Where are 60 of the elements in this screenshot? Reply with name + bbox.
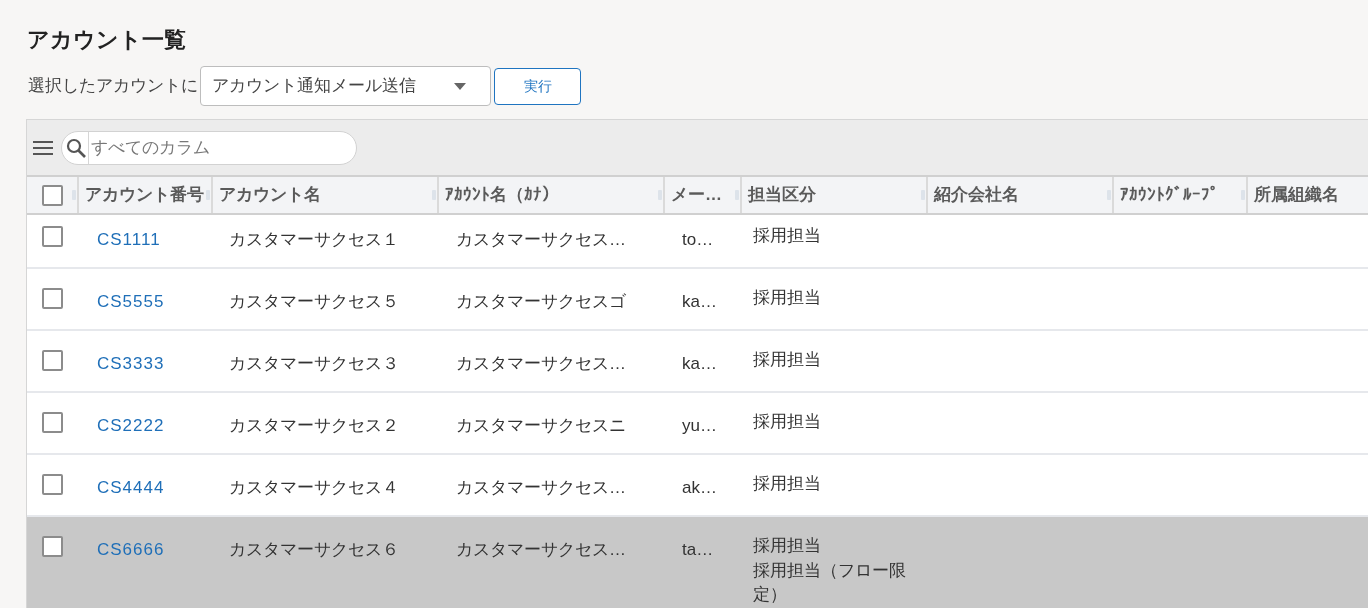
table-cell-text: カスタマーサクセス… (456, 477, 626, 499)
table-cell-text: ta… (682, 539, 714, 561)
menu-icon[interactable] (33, 140, 53, 155)
search-icon (66, 137, 86, 158)
table-cell-text: 採用担当（フロー限定） (753, 559, 907, 606)
row-checkbox[interactable] (42, 350, 63, 371)
column-header[interactable]: 担当区分 (748, 183, 816, 207)
column-header[interactable]: ｱｶｳﾝﾄｸﾞﾙｰﾌﾟ (1120, 183, 1219, 207)
row-checkbox[interactable] (42, 412, 63, 433)
table-cell-text: 採用担当 (753, 225, 821, 247)
caret-icon (454, 82, 466, 90)
table-cell-text: カスタマーサクセスニ (456, 415, 626, 437)
search-field[interactable]: すべてのカラム (61, 130, 357, 165)
table-cell-text: 採用担当 (753, 349, 821, 371)
column-header[interactable]: アカウント番号 (85, 183, 204, 207)
table-cell-text: ka… (682, 353, 717, 375)
table-cell-text: yu… (682, 415, 717, 437)
table-cell-text: カスタマーサクセス３ (229, 353, 399, 375)
action-select[interactable]: アカウント通知メール送信 (200, 66, 491, 106)
page-title: アカウント一覧 (27, 26, 186, 54)
table-cell-text: カスタマーサクセス… (456, 539, 626, 561)
column-header[interactable]: 紹介会社名 (934, 183, 1019, 207)
table-cell-text: 採用担当 (753, 287, 821, 309)
column-header[interactable]: ｱｶｳﾝﾄ名（ｶﾅ） (445, 183, 559, 207)
table-cell-text: ak… (682, 477, 717, 499)
table-cell-text: カスタマーサクセスゴ (456, 291, 626, 313)
table-row[interactable]: CS1111 カスタマーサクセス１ カスタマーサクセス… to… 採用担当 (27, 215, 1368, 269)
column-header[interactable]: 所属組織名 (1254, 183, 1339, 207)
row-checkbox[interactable] (42, 474, 63, 495)
row-checkbox[interactable] (42, 536, 63, 557)
account-number-link[interactable]: CS3333 (97, 352, 165, 376)
bulk-action-label: 選択したアカウントに (28, 75, 198, 97)
table-row[interactable]: CS4444 カスタマーサクセス４ カスタマーサクセス… ak… 採用担当 (27, 455, 1368, 517)
table-cell-text: 採用担当 (753, 411, 821, 433)
table-cell-text: カスタマーサクセス６ (229, 539, 399, 561)
table-cell-text: カスタマーサクセス５ (229, 291, 399, 313)
table-cell-text: カスタマーサクセス… (456, 353, 626, 375)
account-number-link[interactable]: CS5555 (97, 290, 165, 314)
account-number-link[interactable]: CS2222 (97, 414, 165, 438)
select-all-checkbox[interactable] (42, 184, 63, 206)
table-cell-text: カスタマーサクセス４ (229, 477, 399, 499)
column-header[interactable]: アカウント名 (219, 183, 321, 207)
account-number-link[interactable]: CS1111 (97, 228, 161, 252)
row-checkbox[interactable] (42, 288, 63, 309)
table-cell-text: カスタマーサクセス１ (229, 229, 399, 251)
table-cell-text: カスタマーサクセス… (456, 229, 626, 251)
table-cell-text: to… (682, 229, 714, 251)
table-row[interactable]: CS5555 カスタマーサクセス５ カスタマーサクセスゴ ka… 採用担当 (27, 269, 1368, 331)
column-header[interactable]: メー… (671, 183, 722, 207)
table-row[interactable]: CS2222 カスタマーサクセス２ カスタマーサクセスニ yu… 採用担当 (27, 393, 1368, 455)
row-checkbox[interactable] (42, 226, 63, 247)
table-row[interactable]: CS3333 カスタマーサクセス３ カスタマーサクセス… ka… 採用担当 (27, 331, 1368, 393)
account-number-link[interactable]: CS6666 (97, 538, 165, 562)
execute-button[interactable]: 実行 (494, 67, 581, 105)
table-cell-text: 採用担当 (753, 535, 821, 557)
table-cell-text: 採用担当 (753, 473, 821, 495)
table-cell-text: ka… (682, 291, 717, 313)
account-number-link[interactable]: CS4444 (97, 476, 165, 500)
table-cell-text: カスタマーサクセス２ (229, 415, 399, 437)
table-row[interactable]: CS6666 カスタマーサクセス６ カスタマーサクセス… ta… 採用担当 採用担当（フロー限定） (27, 517, 1368, 608)
